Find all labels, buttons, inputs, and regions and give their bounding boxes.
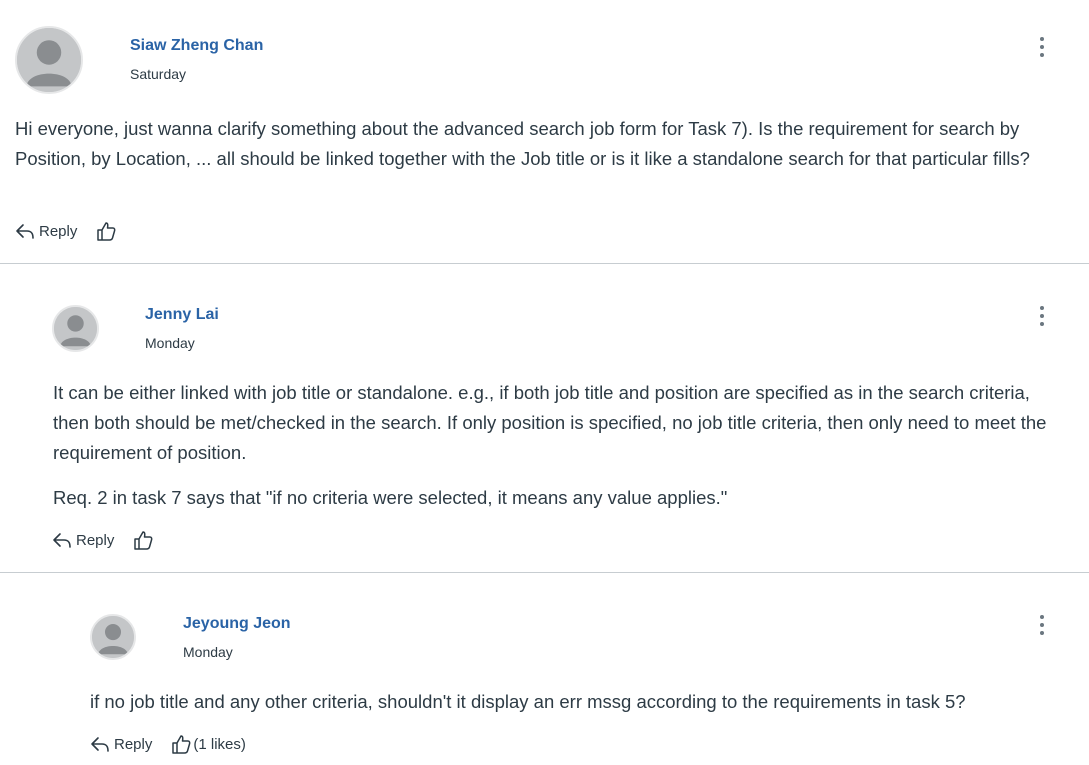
- reply-arrow-icon: [16, 224, 34, 239]
- reply-label: Reply: [76, 531, 115, 549]
- reply-label: Reply: [114, 735, 153, 753]
- post-actions: Reply: [15, 220, 118, 242]
- thumbs-up-icon: [97, 222, 116, 241]
- author-name[interactable]: Jenny Lai: [145, 306, 219, 324]
- post-paragraph: Hi everyone, just wanna clarify somethin…: [15, 118, 1030, 169]
- reply-button[interactable]: Reply: [15, 223, 77, 240]
- post-date: Monday: [183, 644, 233, 660]
- post-paragraph: if no job title and any other criteria, …: [90, 691, 966, 712]
- like-button[interactable]: [132, 529, 155, 551]
- like-button[interactable]: [95, 220, 118, 242]
- reply-label: Reply: [39, 222, 78, 240]
- like-button[interactable]: (1 likes): [170, 733, 246, 755]
- user-avatar-icon: [17, 28, 81, 92]
- more-options-icon[interactable]: [1036, 37, 1048, 59]
- likes-count: (1 likes): [193, 735, 246, 753]
- reply-button[interactable]: Reply: [90, 736, 152, 753]
- thumbs-up-icon: [172, 735, 191, 754]
- avatar[interactable]: [15, 26, 83, 94]
- post-date: Saturday: [130, 66, 187, 82]
- post-paragraph: Req. 2 in task 7 says that "if no criter…: [53, 487, 728, 508]
- reply-arrow-icon: [91, 737, 109, 752]
- more-options-icon[interactable]: [1036, 615, 1048, 637]
- user-avatar-icon: [92, 616, 134, 658]
- avatar[interactable]: [90, 614, 136, 660]
- avatar[interactable]: [52, 305, 99, 352]
- author-name[interactable]: Jeyoung Jeon: [183, 615, 291, 633]
- post-actions: Reply (1 likes): [90, 733, 246, 755]
- user-avatar-icon: [54, 307, 97, 350]
- post-date: Monday: [145, 335, 195, 351]
- discussion-entry: Jeyoung Jeon Monday if no job title and …: [0, 573, 1089, 765]
- reply-button[interactable]: Reply: [52, 532, 114, 549]
- reply-arrow-icon: [53, 533, 71, 548]
- post-actions: Reply: [52, 529, 155, 551]
- more-options-icon[interactable]: [1036, 306, 1048, 328]
- discussion-entry: Jenny Lai Monday It can be either linked…: [0, 264, 1089, 572]
- post-body: It can be either linked with job title o…: [53, 378, 1053, 528]
- post-body: Hi everyone, just wanna clarify somethin…: [15, 114, 1075, 189]
- post-body: if no job title and any other criteria, …: [90, 687, 1060, 732]
- discussion-entry: Siaw Zheng Chan Saturday Hi everyone, ju…: [0, 0, 1089, 263]
- thumbs-up-icon: [134, 531, 153, 550]
- post-paragraph: It can be either linked with job title o…: [53, 382, 1047, 463]
- author-name[interactable]: Siaw Zheng Chan: [130, 37, 263, 55]
